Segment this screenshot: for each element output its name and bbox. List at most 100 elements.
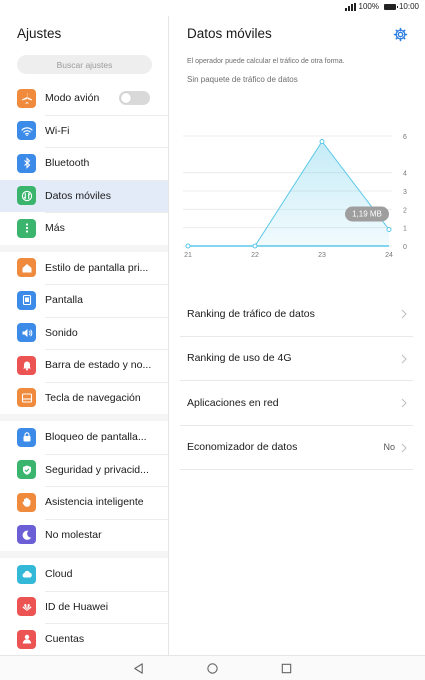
search-placeholder: Buscar ajustes (56, 59, 113, 70)
lock-icon (17, 427, 36, 447)
sidebar-item-label: Bloqueo de pantalla... (45, 431, 147, 444)
sidebar-item-más[interactable]: Más (0, 212, 168, 245)
menu-item-label: Ranking de uso de 4G (187, 352, 292, 365)
display-icon (17, 290, 36, 310)
shield-icon (17, 460, 36, 480)
sidebar-title: Ajustes (0, 16, 168, 52)
y-tick-label: 6 (403, 134, 407, 141)
data-point (252, 243, 258, 249)
home-style-icon (17, 258, 36, 278)
gear-icon[interactable] (393, 27, 408, 42)
sidebar-item-wi-fi[interactable]: Wi-Fi (0, 114, 168, 148)
status-bar: 100% 10:00 (0, 0, 425, 16)
sidebar-item-no-molestar[interactable]: No molestar (0, 518, 168, 552)
clock: 10:00 (398, 2, 419, 11)
sidebar-item-label: Estilo de pantalla pri... (45, 261, 149, 274)
y-tick-label: 1 (403, 226, 407, 233)
sidebar-item-cuentas[interactable]: Cuentas (0, 623, 168, 655)
sidebar-item-label: Bluetooth (45, 157, 90, 170)
sidebar-item-pantalla[interactable]: Pantalla (0, 284, 168, 317)
menu-item-label: Economizador de datos (187, 441, 298, 454)
data-point (319, 139, 325, 144)
battery-percent: 100% (358, 2, 379, 11)
menu-item-value: No (383, 442, 395, 453)
sidebar-item-barra-de-estado-y-no[interactable]: Barra de estado y no... (0, 349, 168, 382)
y-tick-label: 4 (403, 171, 407, 178)
sidebar-item-seguridad-y-privacid[interactable]: Seguridad y privacid... (0, 453, 168, 487)
sidebar-item-modo-avión[interactable]: Modo avión (0, 82, 168, 115)
sidebar-item-label: Más (45, 222, 65, 235)
sidebar-item-label: Modo avión (45, 92, 100, 105)
chevron-right-icon (401, 354, 407, 363)
mobile-data-icon (17, 186, 36, 206)
chevron-right-icon (401, 309, 407, 319)
settings-sidebar: Ajustes Buscar ajustes Modo avión Wi-Fi Bl… (0, 16, 169, 655)
page-title: Datos móviles (187, 26, 272, 41)
sidebar-item-label: Barra de estado y no... (45, 359, 152, 372)
chevron-right-icon (401, 398, 407, 408)
mobile-data-panel: Datos móviles El operador puede calcular… (170, 16, 425, 655)
menu-item-economizador-de-datos[interactable]: Economizador de datos No (180, 426, 413, 470)
recents-icon[interactable] (280, 662, 293, 675)
traffic-chart: 01234621 22 23 241,19 MB (183, 134, 407, 259)
sidebar-item-bloqueo-de-pantalla[interactable]: Bloqueo de pantalla... (0, 421, 168, 454)
sidebar-item-tecla-de-navegación[interactable]: Tecla de navegación (0, 381, 168, 415)
y-tick-label: 0 (403, 244, 407, 251)
data-point (386, 227, 392, 232)
navigation-key-icon (17, 388, 36, 408)
menu-item-aplicaciones-en-red[interactable]: Aplicaciones en red (180, 381, 413, 426)
sidebar-item-cloud[interactable]: Cloud (0, 558, 168, 591)
y-tick-label: 2 (403, 207, 407, 214)
menu-item-label: Ranking de tráfico de datos (187, 307, 315, 320)
notification-bell-icon (17, 355, 36, 375)
settings-group: Modo avión Wi-Fi Bluetooth Datos móviles Más (0, 82, 168, 245)
navigation-bar (0, 655, 425, 680)
sidebar-item-sonido[interactable]: Sonido (0, 316, 168, 350)
home-icon[interactable] (206, 662, 219, 675)
cloud-icon (17, 564, 36, 584)
menu-item-ranking-de-tr-fico-de-datos[interactable]: Ranking de tráfico de datos (180, 292, 413, 337)
data-options-list: Ranking de tráfico de datos Ranking de us… (180, 292, 413, 470)
menu-item-label: Aplicaciones en red (187, 396, 279, 409)
sidebar-item-datos-móviles[interactable]: Datos móviles (0, 179, 168, 212)
x-tick-label: 21 (184, 252, 192, 259)
account-icon (17, 629, 36, 649)
operator-note: El operador puede calcular el tráfico de… (187, 58, 345, 65)
sidebar-item-label: Asistencia inteligente (45, 496, 144, 509)
sidebar-item-asistencia-inteligente[interactable]: Asistencia inteligente (0, 486, 168, 519)
x-tick-label: 24 (385, 252, 393, 259)
sidebar-item-label: Wi-Fi (45, 124, 70, 137)
chevron-right-icon (401, 443, 407, 452)
sidebar-item-id-de-huawei[interactable]: ID de Huawei (0, 590, 168, 624)
huawei-icon (17, 597, 36, 617)
wifi-icon (17, 121, 36, 141)
sidebar-item-label: Tecla de navegación (45, 391, 141, 404)
menu-item-ranking-de-uso-de-4g[interactable]: Ranking de uso de 4G (180, 337, 413, 381)
bluetooth-icon (17, 153, 36, 173)
data-plan-note: Sin paquete de tráfico de datos (187, 75, 298, 84)
battery-icon (383, 3, 398, 10)
airplane-mode-toggle[interactable] (119, 91, 150, 106)
settings-group: Estilo de pantalla pri... Pantalla Sonido B… (0, 251, 168, 415)
sidebar-item-label: Cloud (45, 568, 73, 581)
sidebar-item-estilo-de-pantalla-pri[interactable]: Estilo de pantalla pri... (0, 252, 168, 285)
data-point (185, 243, 191, 249)
hand-icon (17, 492, 36, 512)
sidebar-item-label: No molestar (45, 528, 102, 541)
sound-icon (17, 323, 36, 343)
more-icon (17, 218, 36, 238)
back-icon[interactable] (132, 662, 145, 675)
x-tick-label: 23 (318, 252, 326, 259)
moon-icon (17, 525, 36, 545)
sidebar-item-label: ID de Huawei (45, 600, 109, 613)
signal-icon (344, 2, 356, 11)
value-bubble-label: 1,19 MB (352, 210, 382, 219)
sidebar-item-label: Seguridad y privacid... (45, 463, 149, 476)
y-tick-label: 3 (403, 189, 407, 196)
search-input[interactable]: Buscar ajustes (17, 55, 152, 74)
sidebar-item-label: Datos móviles (45, 189, 111, 202)
sidebar-item-label: Sonido (45, 326, 78, 339)
sidebar-item-bluetooth[interactable]: Bluetooth (0, 147, 168, 180)
x-tick-label: 22 (251, 252, 259, 259)
sidebar-item-label: Cuentas (45, 633, 85, 646)
